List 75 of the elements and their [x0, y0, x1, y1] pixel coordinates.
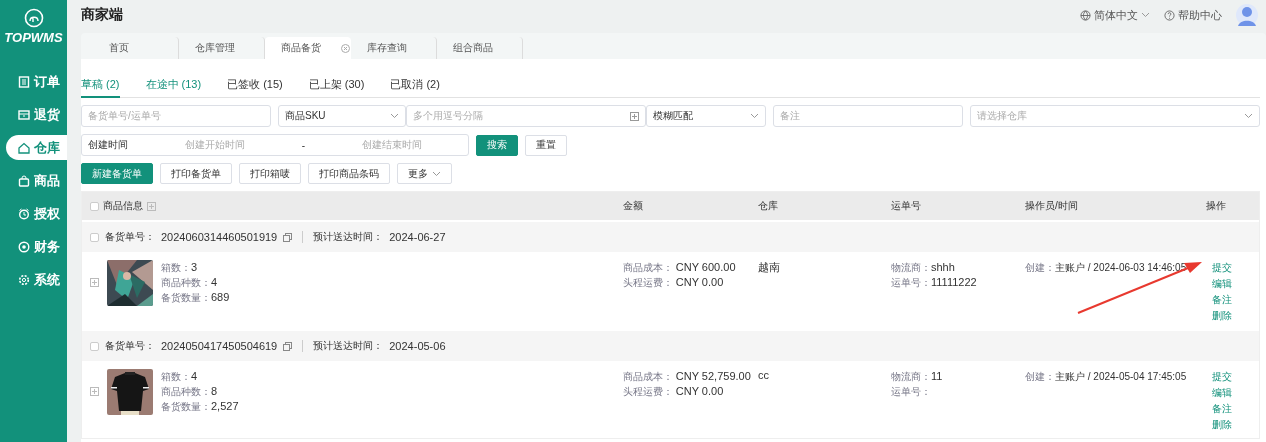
- end-date-input[interactable]: 创建结束时间: [361, 138, 422, 152]
- action-button[interactable]: 打印商品条码: [308, 163, 390, 184]
- operation-link[interactable]: 提交: [1212, 260, 1259, 276]
- operation-link[interactable]: 编辑: [1212, 276, 1259, 292]
- sidebar-item[interactable]: 订单: [6, 69, 67, 94]
- operation-link[interactable]: 编辑: [1212, 385, 1259, 401]
- status-tab[interactable]: 已上架 (30): [308, 73, 365, 98]
- shipping-text: 物流商：11: [891, 369, 944, 384]
- date-label: 创建时间: [88, 138, 128, 152]
- sku-type-select[interactable]: 商品SKU: [278, 105, 406, 127]
- status-tab[interactable]: 已取消 (2): [390, 73, 440, 98]
- more-dropdown[interactable]: 更多: [397, 163, 452, 184]
- amount-text: 头程运费： CNY 0.00: [623, 275, 725, 290]
- warehouse-select[interactable]: 请选择仓库: [970, 105, 1260, 127]
- operator-text: 创建：主账户 / 2024-05-04 17:45:05: [1025, 370, 1188, 384]
- amount-text: 商品成本： CNY 600.00: [623, 260, 737, 275]
- amount-text: 头程运费： CNY 0.00: [623, 384, 725, 399]
- sidebar-item[interactable]: 仓库: [6, 135, 67, 160]
- column-header: 仓库: [758, 199, 778, 213]
- sidebar-item[interactable]: 退货: [6, 102, 67, 127]
- operator-text: 创建：主账户 / 2024-06-03 14:46:05: [1025, 261, 1188, 275]
- shipping-text: 运单号：11111222: [891, 275, 978, 290]
- shipping-text: 物流商：shhh: [891, 260, 956, 275]
- order-number-label: 备货单号：: [105, 339, 155, 353]
- match-mode-select[interactable]: 模糊匹配: [646, 105, 766, 127]
- reset-button[interactable]: 重置: [525, 134, 567, 156]
- eta-date: 2024-05-06: [389, 340, 446, 352]
- eta-label: 预计送达时间：: [313, 230, 384, 244]
- status-tab[interactable]: 草稿 (2): [81, 73, 120, 98]
- amount-text: 商品成本： CNY 52,759.00: [623, 369, 752, 384]
- order-number-label: 备货单号：: [105, 230, 155, 244]
- operation-link[interactable]: 删除: [1212, 308, 1259, 324]
- sidebar-item[interactable]: 系统: [6, 267, 67, 292]
- action-button[interactable]: 打印备货单: [160, 163, 232, 184]
- eta-date: 2024-06-27: [389, 231, 446, 243]
- info-text: 商品种数：4: [161, 275, 219, 290]
- app-title: 商家端: [81, 6, 123, 24]
- order-number-field[interactable]: 备货单号/运单号: [81, 105, 271, 127]
- operation-link[interactable]: 备注: [1212, 401, 1259, 417]
- operation-link[interactable]: 提交: [1212, 369, 1259, 385]
- language-selector[interactable]: 简体中文: [1080, 7, 1150, 23]
- order-number: 2024050417450504619: [161, 340, 278, 352]
- info-text: 箱数：3: [161, 260, 199, 275]
- remark-field[interactable]: 备注: [773, 105, 963, 127]
- warehouse-name: 越南: [758, 261, 780, 273]
- action-button[interactable]: 新建备货单: [81, 163, 153, 184]
- sidebar-item[interactable]: 财务: [6, 234, 67, 259]
- date-range-field[interactable]: 创建时间 创建开始时间 - 创建结束时间: [81, 134, 469, 156]
- shipping-text: 运单号：: [891, 385, 932, 399]
- column-header: 金额: [623, 199, 643, 213]
- column-header: 运单号: [891, 199, 921, 213]
- help-link[interactable]: 帮助中心: [1164, 7, 1222, 23]
- sku-field[interactable]: 多个用逗号分隔: [406, 105, 646, 127]
- column-header: 操作: [1206, 199, 1226, 213]
- start-date-input[interactable]: 创建开始时间: [184, 138, 245, 152]
- warehouse-name: cc: [758, 369, 769, 381]
- date-separator: -: [301, 139, 306, 151]
- column-header: 商品信息: [103, 199, 143, 213]
- sidebar-item[interactable]: 商品: [6, 168, 67, 193]
- status-tab[interactable]: 已签收 (15): [227, 73, 283, 98]
- operation-link[interactable]: 删除: [1212, 417, 1259, 433]
- operation-link[interactable]: 备注: [1212, 292, 1259, 308]
- action-button[interactable]: 打印箱唛: [239, 163, 301, 184]
- info-text: 备货数量：2,527: [161, 399, 239, 414]
- page-tab[interactable]: 商品备货: [265, 37, 351, 59]
- search-button[interactable]: 搜索: [476, 134, 518, 156]
- column-header: 操作员/时间: [1025, 199, 1078, 213]
- order-number: 2024060314460501919: [161, 231, 278, 243]
- info-text: 箱数：4: [161, 369, 199, 384]
- status-tab[interactable]: 在途中 (13): [145, 73, 202, 98]
- info-text: 商品种数：8: [161, 384, 219, 399]
- eta-label: 预计送达时间：: [313, 339, 384, 353]
- info-text: 备货数量：689: [161, 290, 230, 305]
- logo-text: TOPWMS: [4, 30, 63, 45]
- sidebar-item[interactable]: 授权: [6, 201, 67, 226]
